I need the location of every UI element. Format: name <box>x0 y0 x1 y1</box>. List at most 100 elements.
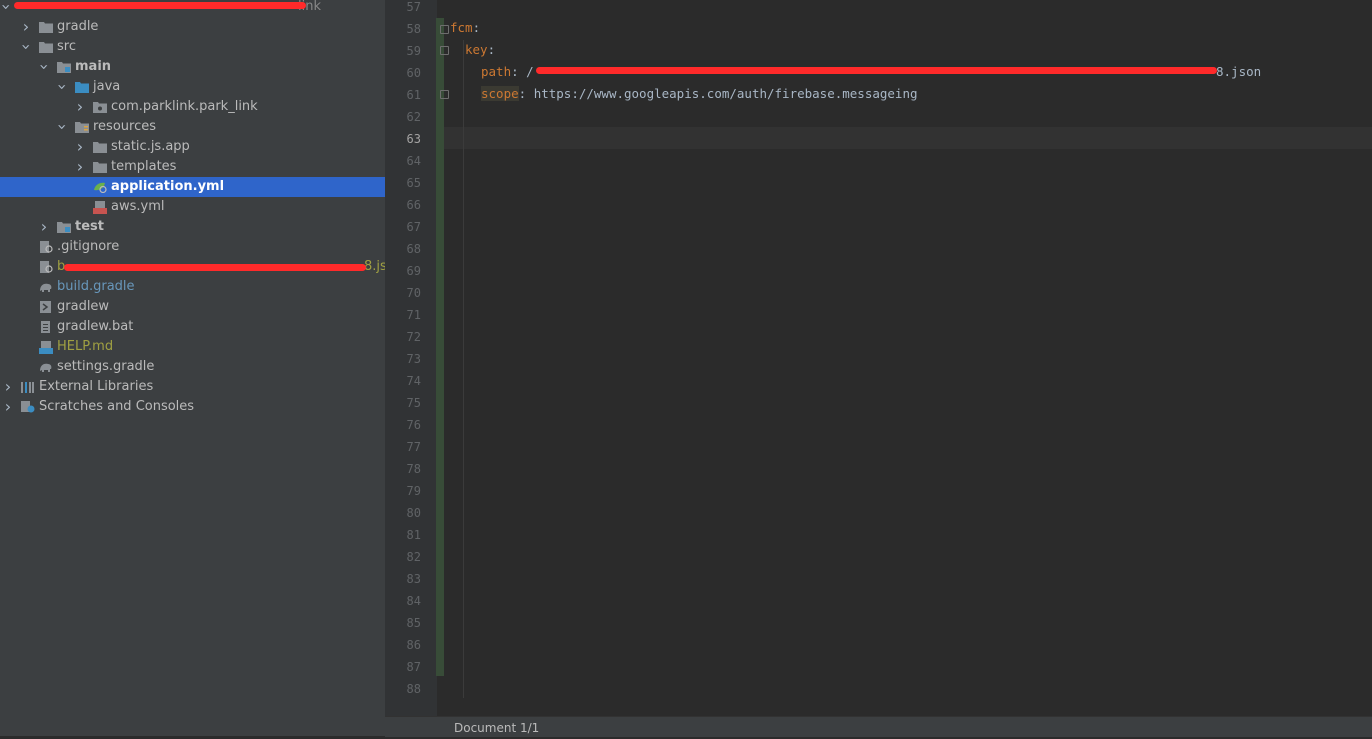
tree-item-help-md[interactable]: HELP.md <box>0 337 385 357</box>
tree-item-application-yml[interactable]: application.yml <box>0 177 385 197</box>
tree-item-gradlew[interactable]: gradlew <box>0 297 385 317</box>
chevron-down-icon[interactable] <box>20 37 32 57</box>
fold-marker-icon[interactable] <box>440 90 449 99</box>
editor-breadcrumb-bar: Document 1/1 <box>385 716 1372 737</box>
chevron-right-icon[interactable] <box>74 97 86 117</box>
chevron-right-icon[interactable] <box>2 377 14 397</box>
chevron-down-icon[interactable] <box>56 117 68 137</box>
libraries-icon <box>21 382 34 393</box>
line-number[interactable]: 81 <box>385 524 421 546</box>
tree-item-label: static.js.app <box>111 139 190 154</box>
fold-marker-icon[interactable] <box>440 25 449 34</box>
line-number[interactable]: 80 <box>385 502 421 524</box>
line-number[interactable]: 78 <box>385 458 421 480</box>
line-number[interactable]: 62 <box>385 106 421 128</box>
module-folder-icon <box>57 222 71 233</box>
tree-item-scratches[interactable]: Scratches and Consoles <box>0 397 385 417</box>
line-number[interactable]: 63 <box>385 128 421 150</box>
line-number[interactable]: 70 <box>385 282 421 304</box>
yaml-value: https://www.googleapis.com/auth/firebase… <box>526 86 918 101</box>
yaml-key: scope <box>481 86 519 101</box>
tree-item-gradle[interactable]: gradle <box>0 17 385 37</box>
tree-root-row[interactable]: link <box>0 0 385 17</box>
tree-item-java[interactable]: java <box>0 77 385 97</box>
tree-item-static[interactable]: static.js.app <box>0 137 385 157</box>
tree-item-label: .gitignore <box>57 239 120 254</box>
line-number[interactable]: 74 <box>385 370 421 392</box>
line-number[interactable]: 66 <box>385 194 421 216</box>
line-number[interactable]: 86 <box>385 634 421 656</box>
resources-folder-icon <box>75 122 89 133</box>
line-number[interactable]: 72 <box>385 326 421 348</box>
chevron-right-icon[interactable] <box>74 137 86 157</box>
tree-item-templates[interactable]: templates <box>0 157 385 177</box>
yaml-key: fcm <box>450 20 473 35</box>
chevron-right-icon[interactable] <box>38 217 50 237</box>
tree-item-label: gradlew.bat <box>57 319 134 334</box>
line-number[interactable]: 82 <box>385 546 421 568</box>
chevron-right-icon[interactable] <box>20 17 32 37</box>
line-number[interactable]: 65 <box>385 172 421 194</box>
tree-item-redacted-file[interactable]: b 8.js <box>0 257 385 277</box>
line-number[interactable]: 85 <box>385 612 421 634</box>
line-number[interactable]: 87 <box>385 656 421 678</box>
code-editor[interactable]: fcm: key: path: / 8.json scope: https://… <box>444 0 1372 716</box>
tree-item-src[interactable]: src <box>0 37 385 57</box>
line-number[interactable]: 88 <box>385 678 421 700</box>
line-number[interactable]: 64 <box>385 150 421 172</box>
line-number[interactable]: 84 <box>385 590 421 612</box>
yaml-key: path <box>481 64 512 79</box>
chevron-down-icon[interactable] <box>0 0 12 17</box>
line-number[interactable]: 71 <box>385 304 421 326</box>
tree-item-test[interactable]: test <box>0 217 385 237</box>
tree-item-label: External Libraries <box>39 379 154 394</box>
tree-item-package[interactable]: com.parklink.park_link <box>0 97 385 117</box>
tree-item-aws-yml[interactable]: aws.yml <box>0 197 385 217</box>
line-number[interactable]: 57 <box>385 0 421 18</box>
line-number[interactable]: 83 <box>385 568 421 590</box>
gradle-elephant-icon <box>40 283 52 292</box>
line-number[interactable]: 79 <box>385 480 421 502</box>
line-number[interactable]: 61 <box>385 84 421 106</box>
tree-item-gradlew-bat[interactable]: gradlew.bat <box>0 317 385 337</box>
line-number[interactable]: 75 <box>385 392 421 414</box>
scratches-icon <box>21 401 35 413</box>
line-number[interactable]: 76 <box>385 414 421 436</box>
yaml-file-icon <box>93 201 107 214</box>
code-line-59[interactable]: key: <box>465 39 495 61</box>
line-number[interactable]: 58 <box>385 18 421 40</box>
line-number[interactable]: 60 <box>385 62 421 84</box>
tree-item-label: aws.yml <box>111 199 165 214</box>
line-number[interactable]: 59 <box>385 40 421 62</box>
yaml-value-end: 8.json <box>1216 64 1262 79</box>
tree-item-build-gradle[interactable]: build.gradle <box>0 277 385 297</box>
line-number[interactable]: 67 <box>385 216 421 238</box>
line-number[interactable]: 69 <box>385 260 421 282</box>
chevron-right-icon[interactable] <box>74 157 86 177</box>
line-number[interactable]: 77 <box>385 436 421 458</box>
chevron-down-icon[interactable] <box>38 57 50 77</box>
tree-item-label: java <box>93 79 121 94</box>
line-number[interactable]: 68 <box>385 238 421 260</box>
module-folder-icon <box>57 62 71 73</box>
script-file-icon <box>40 301 51 313</box>
tree-item-label: test <box>75 219 104 234</box>
vcs-change-marker[interactable] <box>436 18 444 676</box>
code-line-60[interactable]: path: / <box>481 61 534 83</box>
code-line-58[interactable]: fcm: <box>450 17 480 39</box>
tree-item-settings-gradle[interactable]: settings.gradle <box>0 357 385 377</box>
fold-marker-icon[interactable] <box>440 46 449 55</box>
tree-item-resources[interactable]: resources <box>0 117 385 137</box>
tree-item-label: HELP.md <box>57 339 114 354</box>
tree-item-gitignore[interactable]: .gitignore <box>0 237 385 257</box>
folder-icon <box>39 22 53 33</box>
chevron-right-icon[interactable] <box>2 397 14 417</box>
code-line-61[interactable]: scope: https://www.googleapis.com/auth/f… <box>481 83 918 105</box>
yaml-colon: : <box>472 20 481 35</box>
tree-item-external-libraries[interactable]: External Libraries <box>0 377 385 397</box>
markdown-file-icon <box>39 341 53 354</box>
line-number[interactable]: 73 <box>385 348 421 370</box>
spring-config-icon <box>94 182 107 193</box>
tree-item-main[interactable]: main <box>0 57 385 77</box>
chevron-down-icon[interactable] <box>56 77 68 97</box>
